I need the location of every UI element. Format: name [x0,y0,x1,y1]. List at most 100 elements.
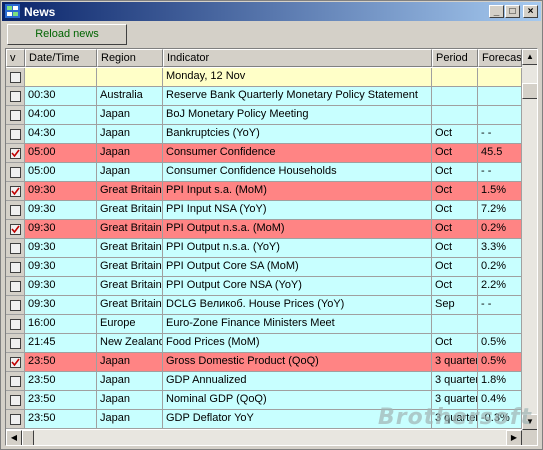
table-row[interactable]: 21:45 New Zealand Food Prices (MoM) Oct 0.5% [6,334,522,353]
reload-news-button[interactable]: Reload news [7,24,127,45]
cell-forecast: 1.8% [478,372,522,391]
scrollbar-corner [522,430,537,445]
cell-time: 09:30 [25,277,97,296]
column-header-datetime[interactable]: Date/Time [25,49,97,67]
cell-period: 3 quarter [432,353,478,372]
row-checkbox[interactable] [10,224,21,235]
table-row[interactable]: 09:30 Great Britain PPI Output Core NSA (Y… [6,277,522,296]
cell-period [432,68,478,87]
table-row[interactable]: 09:30 Great Britain PPI Output Core SA (Mo… [6,258,522,277]
row-checkbox[interactable] [10,91,21,102]
cell-period [432,87,478,106]
row-check-cell [6,182,25,201]
cell-region: Great Britain [97,182,163,201]
column-header-period[interactable]: Period [432,49,478,67]
cell-region: Australia [97,87,163,106]
checkmark-icon [11,358,20,367]
grid-header: v Date/Time Region Indicator Period Fore… [6,49,522,68]
cell-indicator: Food Prices (MoM) [163,334,432,353]
cell-time: 09:30 [25,182,97,201]
cell-period: Oct [432,239,478,258]
cell-time: 09:30 [25,258,97,277]
cell-time: 05:00 [25,144,97,163]
table-row[interactable]: 09:30 Great Britain PPI Output n.s.a. (MoM… [6,220,522,239]
close-button[interactable]: × [523,5,538,18]
column-header-forecast[interactable]: Forecast [478,49,522,67]
cell-region: Japan [97,144,163,163]
row-checkbox[interactable] [10,395,21,406]
row-check-cell [6,277,25,296]
cell-region: Japan [97,372,163,391]
row-checkbox[interactable] [10,376,21,387]
table-row[interactable]: 09:30 Great Britain DCLG Великоб. House Pr… [6,296,522,315]
cell-forecast: 0.5% [478,334,522,353]
row-checkbox[interactable] [10,110,21,121]
cell-forecast: 1.5% [478,182,522,201]
row-checkbox[interactable] [10,281,21,292]
cell-region: New Zealand [97,334,163,353]
cell-region: Japan [97,391,163,410]
table-row[interactable]: 04:30 Japan Bankruptcies (YoY) Oct - - [6,125,522,144]
cell-indicator: DCLG Великоб. House Prices (YoY) [163,296,432,315]
row-checkbox[interactable] [10,167,21,178]
row-checkbox[interactable] [10,205,21,216]
table-row[interactable]: 23:50 Japan GDP Annualized 3 quarter 1.8% [6,372,522,391]
cell-forecast: 0.2% [478,258,522,277]
row-checkbox[interactable] [10,243,21,254]
cell-forecast: - - [478,125,522,144]
scroll-left-icon[interactable]: ◀ [6,430,22,445]
cell-indicator: Consumer Confidence Households [163,163,432,182]
cell-period: Oct [432,277,478,296]
table-row[interactable]: 09:30 Great Britain PPI Output n.s.a. (YoY… [6,239,522,258]
row-check-cell [6,144,25,163]
minimize-button[interactable]: _ [489,5,504,18]
row-checkbox[interactable] [10,72,21,83]
cell-region: Japan [97,106,163,125]
table-row[interactable]: 16:00 Europe Euro-Zone Finance Ministers M… [6,315,522,334]
table-row[interactable]: 09:30 Great Britain PPI Input NSA (YoY) Oct… [6,201,522,220]
table-row[interactable]: 09:30 Great Britain PPI Input s.a. (MoM) Oc… [6,182,522,201]
cell-region: Great Britain [97,201,163,220]
cell-time: 21:45 [25,334,97,353]
row-checkbox[interactable] [10,319,21,330]
table-row[interactable]: 04:00 Japan BoJ Monetary Policy Meeting [6,106,522,125]
row-check-cell [6,353,25,372]
row-checkbox[interactable] [10,300,21,311]
table-row[interactable]: 00:30 Australia Reserve Bank Quarterly Mon… [6,87,522,106]
row-checkbox[interactable] [10,148,21,159]
row-check-cell [6,106,25,125]
news-window: News _ □ × Reload news v Date/Time Regio… [0,0,543,450]
cell-period [432,106,478,125]
cell-time: 04:00 [25,106,97,125]
cell-indicator: BoJ Monetary Policy Meeting [163,106,432,125]
scroll-right-icon[interactable]: ▶ [506,430,522,445]
horizontal-scrollbar[interactable]: ◀ ▶ [6,430,522,445]
table-row[interactable]: 05:00 Japan Consumer Confidence Oct 45.5 [6,144,522,163]
column-header-indicator[interactable]: Indicator [163,49,432,67]
column-header-check[interactable]: v [6,49,25,67]
cell-indicator: PPI Output n.s.a. (MoM) [163,220,432,239]
cell-indicator: Consumer Confidence [163,144,432,163]
table-row[interactable]: 05:00 Japan Consumer Confidence Households… [6,163,522,182]
row-checkbox[interactable] [10,338,21,349]
checkmark-icon [11,225,20,234]
horizontal-scroll-thumb[interactable] [22,430,34,445]
row-checkbox[interactable] [10,262,21,273]
cell-forecast: 7.2% [478,201,522,220]
cell-period: Oct [432,182,478,201]
vertical-scroll-thumb[interactable] [522,83,537,99]
row-checkbox[interactable] [10,414,21,425]
row-check-cell [6,315,25,334]
row-checkbox[interactable] [10,129,21,140]
vertical-scrollbar[interactable]: ▲ ▼ [522,49,537,430]
app-icon [5,4,20,18]
scroll-up-icon[interactable]: ▲ [522,49,537,65]
row-checkbox[interactable] [10,357,21,368]
row-check-cell [6,372,25,391]
row-checkbox[interactable] [10,186,21,197]
date-row[interactable]: Monday, 12 Nov [6,68,522,87]
table-row[interactable]: 23:50 Japan Gross Domestic Product (QoQ) 3 … [6,353,522,372]
title-bar[interactable]: News _ □ × [2,2,541,21]
maximize-button[interactable]: □ [505,5,520,18]
column-header-region[interactable]: Region [97,49,163,67]
